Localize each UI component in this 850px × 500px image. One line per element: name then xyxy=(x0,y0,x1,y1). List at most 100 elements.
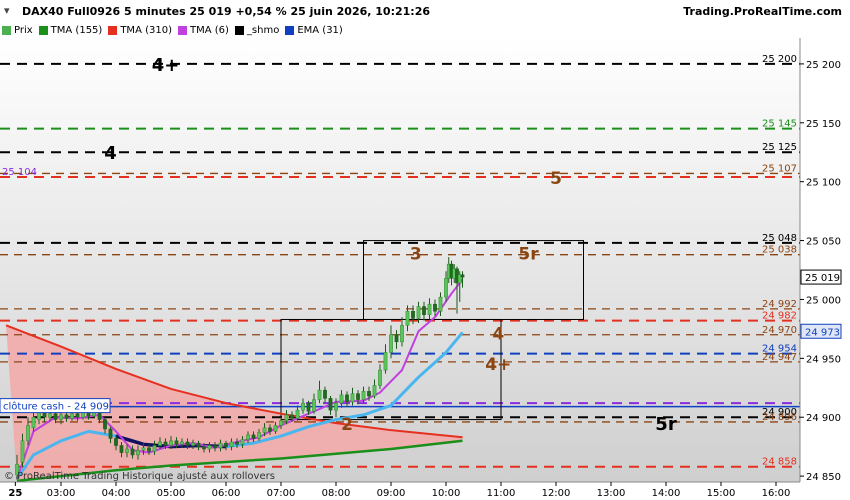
candle-body xyxy=(130,448,135,456)
candle-body xyxy=(378,369,382,386)
candle-body xyxy=(295,409,300,419)
candle-body xyxy=(356,393,360,400)
candle-body xyxy=(279,420,283,426)
candle-body xyxy=(224,442,228,447)
ema-price-tag: 24 973 xyxy=(800,323,842,339)
candle-body xyxy=(191,442,195,446)
candle-body xyxy=(444,278,448,298)
close-cash-tag: clôture cash - 24 909 xyxy=(0,398,111,414)
candle-body xyxy=(64,414,69,419)
candle-body xyxy=(169,440,173,446)
candle-body xyxy=(372,385,377,397)
candle-body xyxy=(339,394,344,404)
candle-body xyxy=(394,334,399,343)
candle-body xyxy=(257,432,261,439)
x-tick-label: 14:00 xyxy=(652,488,681,499)
y-tick-label: 25 200 xyxy=(806,60,841,71)
candle-body xyxy=(427,303,432,316)
price-chart[interactable]: 4+ 4 5 3 5r 4 4+ 2 5r 24 850 24 900 24 950 25 000 25… xyxy=(0,0,850,500)
level-annotation: 5 xyxy=(550,169,562,189)
candle-body xyxy=(416,306,421,319)
candle-body xyxy=(59,414,63,420)
level-label: 24 947 xyxy=(762,352,797,363)
candle-body xyxy=(114,438,118,446)
level-annotation: 5r xyxy=(655,414,677,435)
candle-body xyxy=(20,440,25,463)
x-tick-label: 12:00 xyxy=(542,488,571,499)
level-label: 24 982 xyxy=(762,311,797,322)
x-tick-label: 25 xyxy=(8,488,22,499)
y-tick-label: 25 000 xyxy=(806,295,841,306)
candle-body xyxy=(323,389,327,399)
level-label: 25 125 xyxy=(762,142,797,153)
level-annotation: 4+ xyxy=(485,355,511,375)
candle-body xyxy=(290,414,294,419)
candle-body xyxy=(246,434,250,440)
candle-body xyxy=(163,441,168,446)
y-tick-label: 24 950 xyxy=(806,354,841,365)
candle-body xyxy=(174,440,179,445)
level-annotation: 4 xyxy=(492,324,504,344)
level-annotation: 5r xyxy=(518,244,539,264)
level-annotation: 4 xyxy=(104,143,117,164)
x-tick-label: 03:00 xyxy=(47,488,76,499)
candle-body xyxy=(70,413,74,419)
candle-body xyxy=(218,442,223,449)
level-label: 24 896 xyxy=(762,412,797,423)
candle-body xyxy=(26,425,30,442)
level-annotation: 3 xyxy=(410,244,422,264)
last-price-tag: 25 019 xyxy=(800,269,842,285)
candle-body xyxy=(350,393,355,403)
candle-body xyxy=(411,310,415,319)
candle-body xyxy=(207,445,212,450)
y-tick-label: 25 150 xyxy=(806,119,841,130)
y-tick-label: 25 100 xyxy=(806,178,841,189)
candle-body xyxy=(273,425,278,432)
candle-body xyxy=(400,325,404,343)
level-label: 24 970 xyxy=(762,325,797,336)
candle-body xyxy=(152,445,157,452)
candle-body xyxy=(251,434,256,439)
candle-body xyxy=(367,391,371,397)
candle-body xyxy=(262,427,267,433)
candle-body xyxy=(240,439,245,445)
candle-body xyxy=(328,398,333,411)
y-tick-label: 24 850 xyxy=(806,472,841,483)
y-tick-label: 25 050 xyxy=(806,237,841,248)
candle-body xyxy=(75,413,80,418)
candle-body xyxy=(235,441,239,445)
candle-body xyxy=(460,274,465,278)
candle-body xyxy=(48,413,52,418)
candle-body xyxy=(42,412,47,418)
candle-body xyxy=(383,352,388,371)
x-tick-label: 06:00 xyxy=(212,488,241,499)
level-label: 25 200 xyxy=(762,54,797,65)
candle-body xyxy=(180,441,184,445)
candle-body xyxy=(389,334,393,353)
candle-body xyxy=(213,445,217,449)
candle-body xyxy=(229,441,234,447)
ema-price-label: 24 973 xyxy=(805,327,840,338)
level-annotation: 2 xyxy=(341,415,353,435)
footer-note: © ProRealTime Trading Historique ajusté … xyxy=(4,470,275,482)
candle-body xyxy=(196,442,201,447)
x-tick-label: 04:00 xyxy=(102,488,131,499)
candle-body xyxy=(141,447,146,451)
x-tick-label: 09:00 xyxy=(377,488,406,499)
candle-body xyxy=(312,399,316,412)
candle-body xyxy=(284,414,289,422)
close-cash-label: clôture cash - 24 909 xyxy=(3,401,109,413)
candle-body xyxy=(31,416,36,429)
candle-body xyxy=(103,419,107,430)
candle-body xyxy=(158,441,162,446)
candle-body xyxy=(306,402,311,412)
candle-body xyxy=(136,449,140,456)
candle-body xyxy=(345,394,349,403)
level-label: 24 858 xyxy=(762,457,797,468)
candle-body xyxy=(268,427,272,432)
x-tick-label: 16:00 xyxy=(762,488,791,499)
candle-body xyxy=(405,310,410,326)
level-annotation: 4+ xyxy=(152,55,180,76)
candle-body xyxy=(361,391,366,400)
candle-body xyxy=(125,448,129,453)
